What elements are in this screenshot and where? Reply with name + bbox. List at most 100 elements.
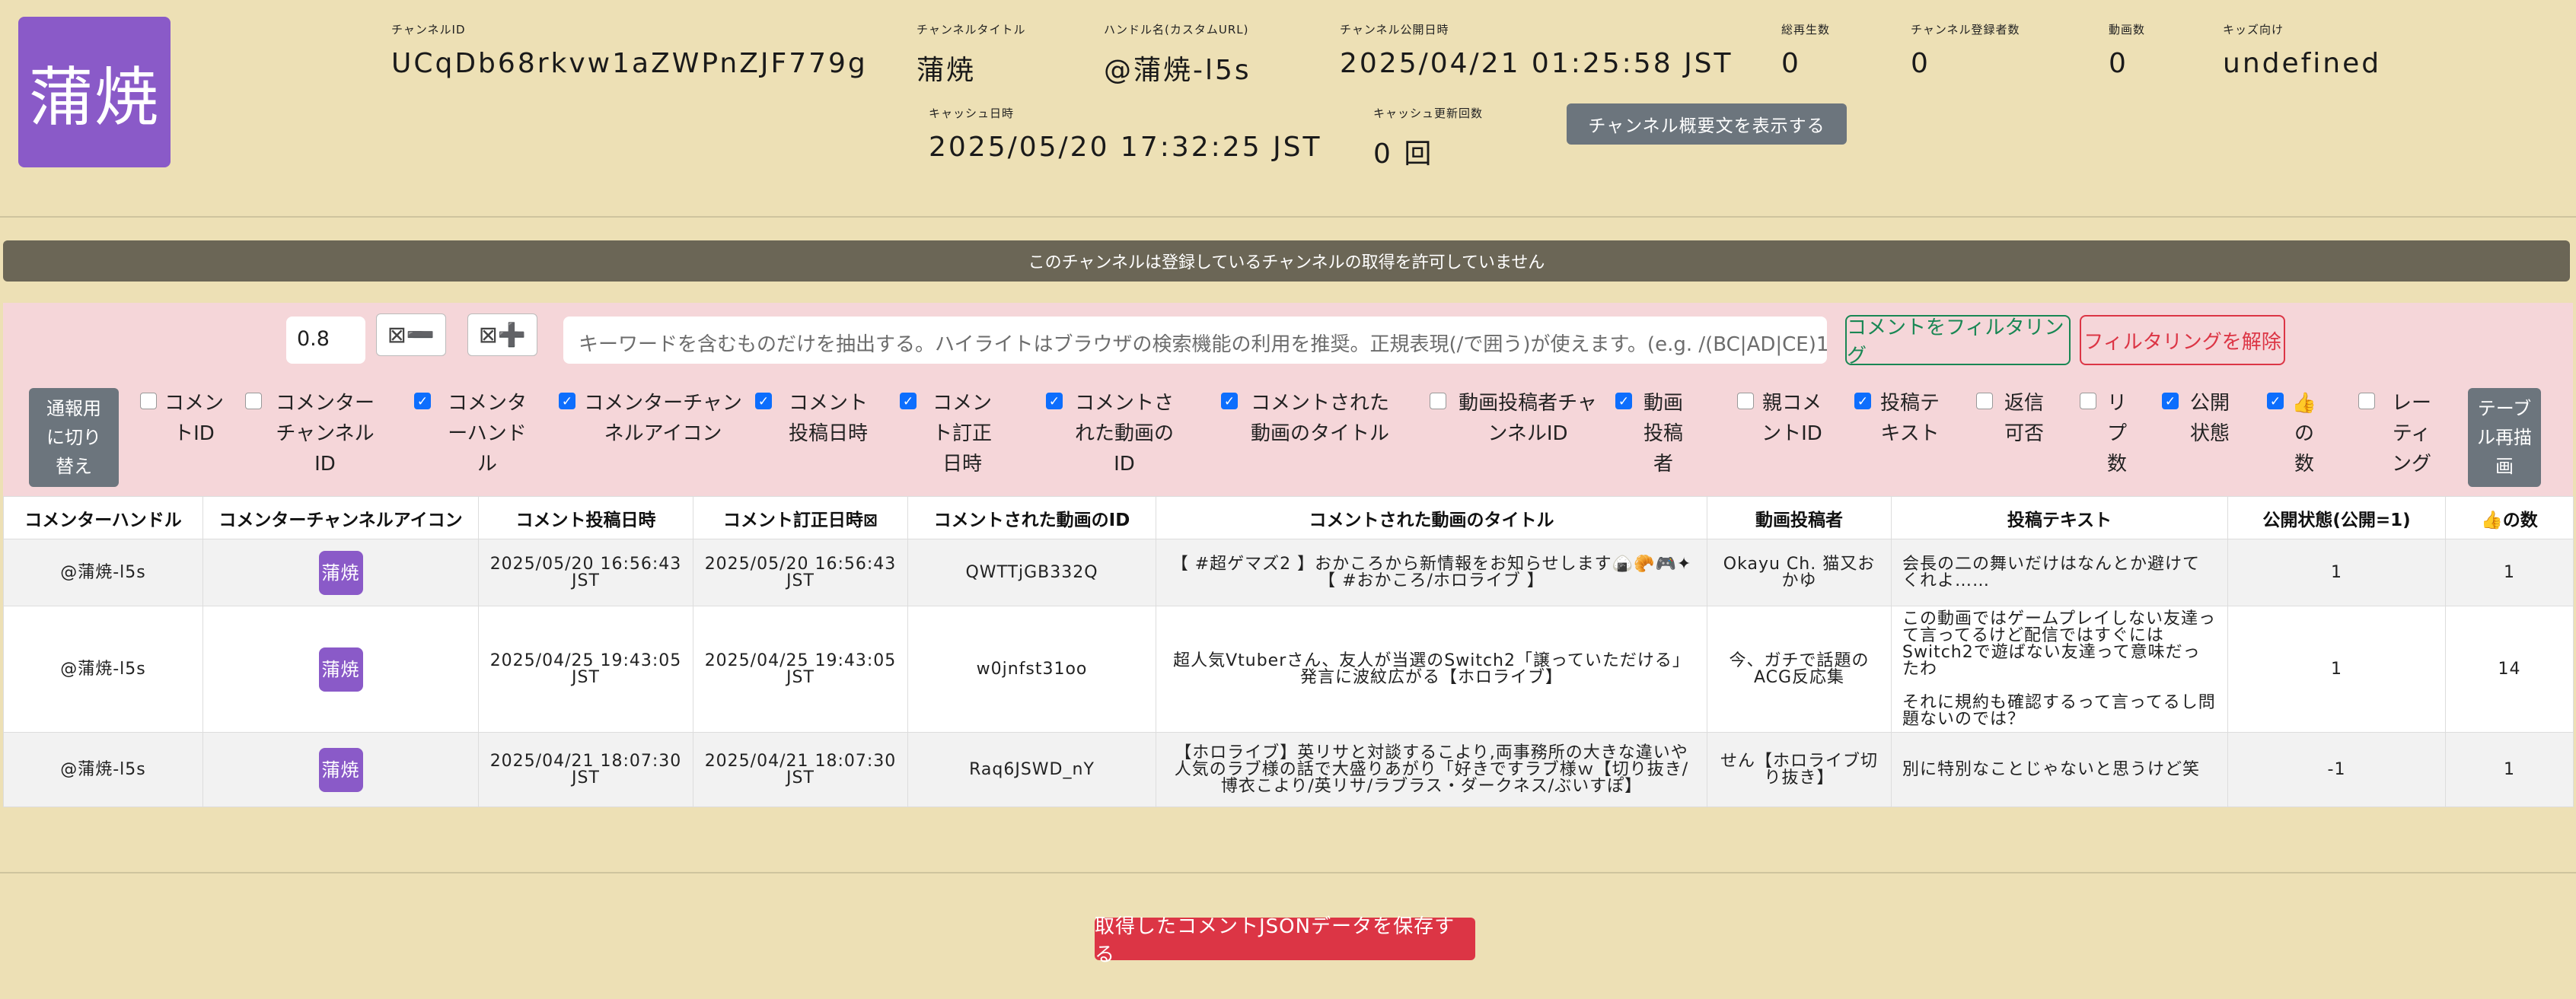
channel-avatar: 蒲焼	[18, 17, 171, 167]
column-toggle-public-status[interactable]: ✓ 公開状態	[2162, 388, 2233, 449]
column-toggle-uploader[interactable]: ✓ 動画投稿者	[1615, 388, 1687, 479]
checkbox-checked[interactable]: ✓	[414, 393, 431, 409]
table-row: @蒲焼-l5s 蒲焼 2025/04/21 18:07:30 JST 2025/…	[3, 732, 2574, 807]
zoom-out-button[interactable]: ⊠➖	[376, 313, 446, 356]
comments-table: コメンターハンドル コメンターチャンネルアイコン コメント投稿日時 コメント訂正…	[3, 496, 2574, 807]
channel-title-label: チャンネルタイトル	[917, 23, 1026, 37]
cache-time-field: キャッシュ日時 2025/05/20 17:32:25 JST	[929, 105, 1322, 163]
channel-title-value: 蒲焼	[917, 55, 977, 86]
show-description-button[interactable]: チャンネル概要文を表示する	[1567, 103, 1847, 145]
column-header[interactable]: コメント訂正日時⊠	[693, 496, 908, 539]
checkbox-checked[interactable]: ✓	[2162, 393, 2179, 409]
commenter-handle: @蒲焼-l5s	[3, 732, 203, 807]
total-views-label: 総再生数	[1781, 23, 1831, 37]
column-toggle-comment-id[interactable]: コメントID	[140, 388, 224, 449]
video-id[interactable]: w0jnfst31oo	[907, 606, 1156, 733]
clear-filter-button[interactable]: フィルタリングを解除	[2080, 315, 2285, 365]
checkbox[interactable]	[1737, 393, 1754, 409]
checkbox[interactable]	[1976, 393, 1993, 409]
cache-time-label: キャッシュ日時	[929, 107, 1015, 120]
subscribers-field: チャンネル登録者数 0	[1911, 21, 2020, 79]
divider-bottom	[0, 872, 2576, 873]
column-toggle-commenter-icon[interactable]: ✓ コメンターチャンネルアイコン	[559, 388, 743, 449]
threshold-input[interactable]: 0.8	[286, 317, 365, 364]
channel-id-value: UCqDb68rkvw1aZWPnZJF779g	[391, 48, 868, 79]
cache-count-value: 0 回	[1373, 138, 1434, 170]
checkbox-checked[interactable]: ✓	[559, 393, 575, 409]
checkbox[interactable]	[1430, 393, 1446, 409]
commenter-handle: @蒲焼-l5s	[3, 606, 203, 733]
channel-handle-field: ハンドル名(カスタムURL) @蒲焼-l5s	[1104, 21, 1251, 87]
column-header[interactable]: コメントされた動画のID	[907, 496, 1156, 539]
subscribers-value: 0	[1911, 48, 1930, 79]
uploader: せん【ホロライブ切り抜き】	[1707, 732, 1892, 807]
video-title[interactable]: 【ホロライブ】英リサと対談するこより,両事務所の大きな違いや人気のラブ様の話で大…	[1156, 732, 1707, 807]
edited-time: 2025/04/25 19:43:05 JST	[693, 606, 908, 733]
video-title[interactable]: 超人気Vtuberさん、友人が当選のSwitch2「譲っていただける」発言に波紋…	[1156, 606, 1707, 733]
column-toggle-edited-time[interactable]: ✓ コメント訂正日時	[900, 388, 1000, 479]
checkbox-checked[interactable]: ✓	[2267, 393, 2284, 409]
column-header[interactable]: 公開状態(公開=1)	[2227, 496, 2446, 539]
checkbox[interactable]	[140, 393, 157, 409]
column-toggle-rating[interactable]: レーティング	[2358, 388, 2441, 479]
column-toggle-posted-time[interactable]: ✓ コメント投稿日時	[755, 388, 877, 449]
column-header[interactable]: 動画投稿者	[1707, 496, 1892, 539]
keyword-input[interactable]: キーワードを含むものだけを抽出する。ハイライトはブラウザの検索機能の利用を推奨。…	[563, 317, 1827, 364]
checkbox[interactable]	[2080, 393, 2096, 409]
column-header[interactable]: コメンターチャンネルアイコン	[202, 496, 479, 539]
public-status: -1	[2227, 732, 2446, 807]
checkbox[interactable]	[2358, 393, 2375, 409]
redraw-table-button[interactable]: テーブル再描画	[2468, 388, 2541, 487]
column-toggle-like-count[interactable]: ✓ 👍の数	[2267, 388, 2317, 479]
checkbox-checked[interactable]: ✓	[1221, 393, 1238, 409]
checkbox[interactable]	[245, 393, 262, 409]
checkbox-checked[interactable]: ✓	[1046, 393, 1063, 409]
table-row: @蒲焼-l5s 蒲焼 2025/04/25 19:43:05 JST 2025/…	[3, 606, 2574, 733]
column-header[interactable]: 投稿テキスト	[1891, 496, 2228, 539]
column-header[interactable]: コメント投稿日時	[478, 496, 693, 539]
column-header[interactable]: コメンターハンドル	[3, 496, 203, 539]
divider-top	[0, 216, 2576, 218]
column-toggle-commenter-channel-id[interactable]: コメンターチャンネルID	[245, 388, 381, 479]
edited-time: 2025/05/20 16:56:43 JST	[693, 539, 908, 606]
column-toggle-video-id[interactable]: ✓ コメントされた動画のID	[1046, 388, 1178, 479]
report-mode-toggle-button[interactable]: 通報用に切り替え	[29, 388, 119, 487]
column-toggle-reply-allowed[interactable]: 返信可否	[1976, 388, 2048, 449]
column-toggle-post-text[interactable]: ✓ 投稿テキスト	[1854, 388, 1941, 449]
column-header[interactable]: 👍の数	[2445, 496, 2574, 539]
save-json-button[interactable]: 取得したコメントJSONデータを保存する	[1095, 915, 1475, 966]
like-count: 1	[2445, 539, 2574, 606]
channel-title-field: チャンネルタイトル 蒲焼	[917, 21, 1026, 87]
commenter-avatar[interactable]: 蒲焼	[318, 647, 363, 692]
total-views-value: 0	[1781, 48, 1801, 79]
table-header-row: コメンターハンドル コメンターチャンネルアイコン コメント投稿日時 コメント訂正…	[3, 496, 2574, 539]
commenter-avatar[interactable]: 蒲焼	[318, 550, 363, 595]
channel-published-field: チャンネル公開日時 2025/04/21 01:25:58 JST	[1340, 21, 1733, 79]
subscribers-label: チャンネル登録者数	[1911, 23, 2020, 37]
zoom-in-button[interactable]: ⊠➕	[467, 313, 537, 356]
column-toggle-parent-comment-id[interactable]: 親コメントID	[1737, 388, 1822, 449]
column-header[interactable]: コメントされた動画のタイトル	[1156, 496, 1707, 539]
video-id[interactable]: QWTTjGB332Q	[907, 539, 1156, 606]
commenter-icon-cell: 蒲焼	[202, 732, 479, 807]
post-text: 別に特別なことじゃないと思うけど笑	[1891, 732, 2228, 807]
commenter-icon-cell: 蒲焼	[202, 606, 479, 733]
column-toggle-reply-count[interactable]: リプ数	[2080, 388, 2130, 479]
commenter-avatar[interactable]: 蒲焼	[318, 747, 363, 792]
column-toggle-commenter-handle[interactable]: ✓ コメンターハンドル	[414, 388, 536, 479]
column-toggle-uploader-channel-id[interactable]: 動画投稿者チャンネルID	[1430, 388, 1602, 449]
cache-count-field: キャッシュ更新回数 0 回	[1373, 105, 1483, 171]
public-status: 1	[2227, 539, 2446, 606]
channel-id-label: チャンネルID	[391, 23, 466, 37]
video-id[interactable]: Raq6JSWD_nY	[907, 732, 1156, 807]
checkbox-checked[interactable]: ✓	[755, 393, 772, 409]
posted-time: 2025/04/21 18:07:30 JST	[478, 732, 693, 807]
checkbox-checked[interactable]: ✓	[1854, 393, 1871, 409]
kids-label: キッズ向け	[2223, 23, 2284, 37]
video-title[interactable]: 【 #超ゲマズ2 】おかころから新情報をお知らせします🍙🥐🎮✦【 #おかころ/ホ…	[1156, 539, 1707, 606]
checkbox-checked[interactable]: ✓	[900, 393, 917, 409]
checkbox-checked[interactable]: ✓	[1615, 393, 1632, 409]
column-toggle-video-title[interactable]: ✓ コメントされた動画のタイトル	[1221, 388, 1395, 449]
filter-comments-button[interactable]: コメントをフィルタリング	[1845, 315, 2071, 367]
uploader: Okayu Ch. 猫又おかゆ	[1707, 539, 1892, 606]
